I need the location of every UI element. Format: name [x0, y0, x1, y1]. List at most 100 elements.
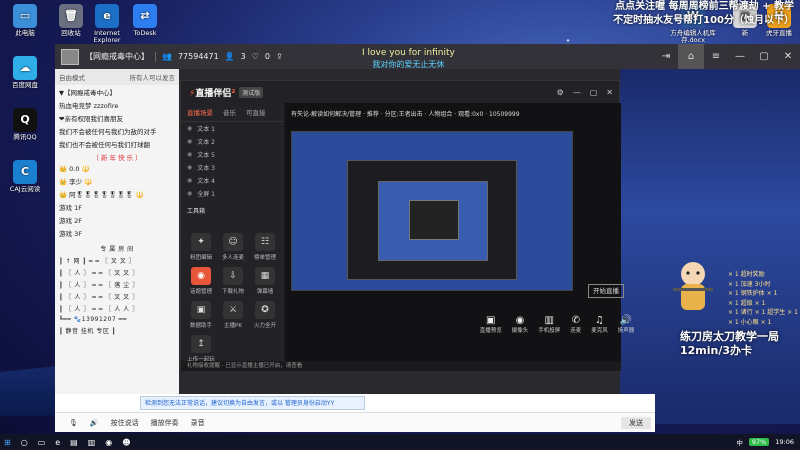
exit-icon[interactable]: ⇥	[654, 51, 678, 62]
input-method[interactable]: 中	[736, 437, 743, 447]
tool-button[interactable]: ⇩ 下载礼物	[217, 267, 249, 295]
speaker-icon[interactable]: 🔊	[90, 419, 99, 427]
tool-button[interactable]: ◉ 话题管理	[185, 267, 217, 295]
app-header: ⚡直播伴侣² 测试版 ⚙ — ▢ ✕	[181, 81, 619, 103]
tool-label: 榜单管理	[253, 255, 276, 261]
desktop-icon-label: 方舟编辑人机库存.docx	[670, 29, 716, 45]
menu-icon[interactable]: ≡	[704, 51, 728, 62]
scene-item[interactable]: ◉ 文本 5	[181, 148, 284, 161]
desktop-icon[interactable]: ▭ 此电脑	[2, 4, 48, 37]
mic-notice[interactable]: 检测到您无法正常说话，建议切换为自由发言，或以 管理员身份启动YY	[140, 396, 365, 410]
record-button[interactable]: 录音	[191, 418, 205, 428]
panel-header: 自由模式 所有人可以发言	[55, 69, 179, 85]
play-accompaniment-button[interactable]: 播放伴奏	[151, 418, 179, 428]
stream-control-button[interactable]: ▥ 手机投屏	[538, 315, 560, 334]
battery-indicator[interactable]: 97%	[748, 438, 770, 446]
scene-item[interactable]: ◉ 文本 3	[181, 161, 284, 174]
start-stream-button[interactable]: 开始直播	[588, 284, 624, 298]
tool-icon: ⇩	[223, 267, 243, 285]
tool-button[interactable]: ▦ 弹幕墙	[249, 267, 281, 295]
yy-icon[interactable]: ☻	[122, 438, 130, 447]
bulletin-line: ❤亲有权限我们喜朋友	[59, 114, 123, 123]
tool-label: 主播PK	[224, 323, 242, 329]
tool-button[interactable]: ✦ 粉团编辑	[185, 233, 217, 261]
user-icon: 👤	[224, 52, 235, 61]
gift-line: × 1 诸行 × 1 超学生 × 1	[728, 309, 798, 317]
tab-music[interactable]: 音乐	[223, 107, 236, 117]
minimize-icon[interactable]: —	[728, 51, 752, 62]
bulletin-line: 👑 0.0 🔱	[59, 164, 90, 173]
qq-icon[interactable]: ◉	[105, 438, 112, 447]
scene-item[interactable]: ◉ 全屏 1	[181, 187, 284, 200]
tool-label: 多人连麦	[221, 255, 244, 261]
eye-icon[interactable]: ◉	[187, 138, 192, 145]
desktop-icon[interactable]: ☁ 百度网盘	[2, 56, 48, 89]
clock[interactable]: 19:06	[775, 438, 794, 446]
desktop-icon[interactable]: ⇄ ToDesk	[122, 4, 168, 37]
tool-button[interactable]: ✪ 火力全开	[249, 301, 281, 329]
desktop-icon[interactable]: C CAJ云阅读	[2, 160, 48, 193]
scene-item[interactable]: ◉ 文本 4	[181, 174, 284, 187]
desktop-icon-label: 虎牙直播	[766, 29, 792, 37]
tool-button[interactable]: ⚔ 主播PK	[217, 301, 249, 329]
tool-button[interactable]: ▣ 数据助手	[185, 301, 217, 329]
desktop-icon-label: Internet Explorer	[93, 29, 121, 45]
tool-button[interactable]: ↥ 上传一起玩	[185, 335, 217, 363]
yy-channel-window: 【网瘾戒毒中心】 👥 77594471 👤 3 ♡ 0 ⇪ I love you…	[55, 44, 800, 424]
eye-icon[interactable]: ◉	[187, 190, 192, 197]
room-menu-row[interactable]: ┃ 〖 人 〗 ━ ━ 〖 叉 叉 〗	[55, 290, 179, 302]
send-button[interactable]: 发送	[621, 416, 651, 429]
app-close-icon[interactable]: ✕	[606, 88, 613, 97]
live-preview[interactable]	[291, 131, 573, 291]
eye-icon[interactable]: ◉	[187, 177, 192, 184]
control-label: 手机投屏	[538, 327, 561, 334]
stream-control-button[interactable]: ✆ 连麦	[570, 315, 581, 334]
heart-icon: ♡	[251, 52, 259, 61]
bulletin-line: 游戏 1F	[59, 203, 82, 212]
room-menu-row[interactable]: ┃ 〖 人 〗 ━ ━ 〖 落 尘 〗	[55, 278, 179, 290]
tool-button[interactable]: ☷ 榜单管理	[249, 233, 281, 261]
nested-preview-2	[378, 181, 488, 261]
desktop-icon[interactable]: Q 腾讯QQ	[2, 108, 48, 141]
room-menu-row[interactable]: ┃ 〖 人 〗 ━ ━ 〖 叉 叉 〗	[55, 266, 179, 278]
eye-icon[interactable]: ◉	[187, 151, 192, 158]
close-icon[interactable]: ✕	[776, 51, 800, 62]
speak-mode[interactable]: 自由模式	[59, 72, 85, 82]
eye-icon[interactable]: ◉	[187, 125, 192, 132]
maximize-icon[interactable]: ▢	[752, 51, 776, 62]
stream-control-button[interactable]: 🔊 扬声器	[618, 315, 635, 334]
home-icon[interactable]: ⌂	[678, 44, 704, 69]
stream-control-button[interactable]: ◉ 摄像头	[512, 315, 529, 334]
tab-scene[interactable]: 直播场景	[187, 107, 213, 117]
desktop-icon-label: CAJ云阅读	[9, 185, 41, 193]
stream-control-button[interactable]: ▣ 直播预览	[480, 315, 502, 334]
search-icon[interactable]: ○	[21, 438, 28, 447]
viewer-count: 3	[240, 52, 246, 61]
tool-button[interactable]: ☺ 多人连麦	[217, 233, 249, 261]
task-view-icon[interactable]: ▭	[38, 438, 46, 447]
eye-icon[interactable]: ◉	[187, 164, 192, 171]
min-icon[interactable]: —	[573, 88, 581, 97]
channel-avatar[interactable]	[61, 48, 79, 65]
windows-start-icon[interactable]: ⊞	[4, 438, 11, 447]
push-to-talk-button[interactable]: 按住说话	[111, 418, 139, 428]
scene-item[interactable]: ◉ 文本 1	[181, 122, 284, 135]
room-menu-row[interactable]: ┃ 〖 人 〗 ━ ━ 〖 人 人 〗	[55, 302, 179, 314]
max-icon[interactable]: ▢	[590, 88, 598, 97]
stream-control-button[interactable]: ♫ 麦克风	[591, 315, 608, 334]
room-menu: ┃ ↑ 网 ┃ ━ ━ 〖 叉 叉 〗 ┃ 〖 人 〗 ━ ━ 〖 叉 叉 〗 ┃ …	[55, 254, 179, 336]
marquee-line-2: 我对你的爱无止无休	[372, 60, 445, 69]
tab-direct[interactable]: 可直接	[246, 107, 266, 117]
edge-icon[interactable]: e	[55, 438, 60, 447]
settings-icon[interactable]: ⚙	[557, 88, 564, 97]
explorer-icon[interactable]: ▤	[70, 438, 78, 447]
tools-header: 工具箱	[187, 208, 206, 215]
scene-item[interactable]: ◉ 文本 2	[181, 135, 284, 148]
tool-icon: ⚔	[223, 301, 243, 319]
share-icon[interactable]: ⇪	[276, 52, 283, 61]
store-icon[interactable]: ▥	[88, 438, 96, 447]
room-menu-row[interactable]: ┃ 静音 挂机 专区 ┃	[55, 324, 179, 336]
room-menu-row[interactable]: ┃ ↑ 网 ┃ ━ ━ 〖 叉 叉 〗	[55, 254, 179, 266]
room-menu-row[interactable]: ┗━━ 🐾13991207 ━━	[55, 314, 179, 324]
mic-icon[interactable]: 🎙	[69, 419, 78, 427]
